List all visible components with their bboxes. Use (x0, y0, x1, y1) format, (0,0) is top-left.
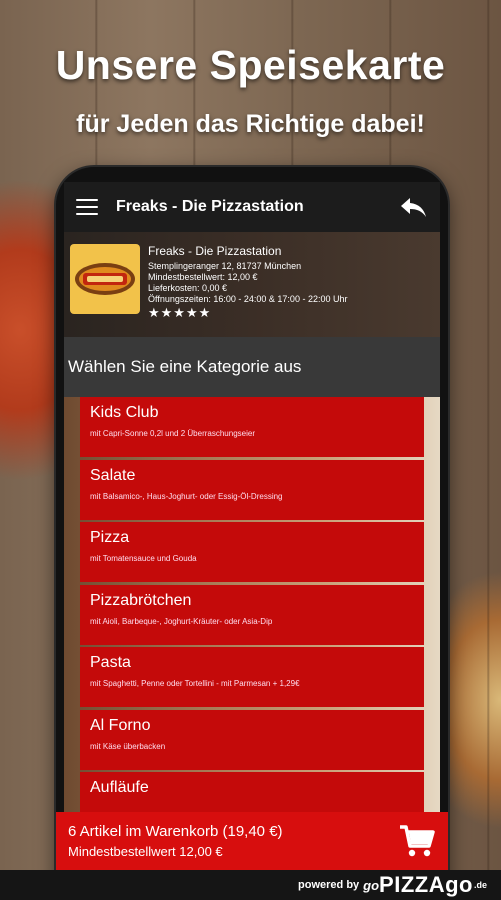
category-title: Pizza (90, 529, 130, 546)
phone-frame: Freaks - Die Pizzastation Freaks - Die P… (56, 167, 448, 900)
category-description: mit Aioli, Barbeque-, Joghurt-Kräuter- o… (90, 616, 273, 626)
brand-pizzago-logo: PIZZAgo (379, 872, 473, 897)
shop-details: Freaks - Die Pizzastation Stemplingerang… (148, 244, 347, 337)
category-title: Aufläufe (90, 779, 149, 796)
app-title: Freaks - Die Pizzastation (116, 198, 304, 215)
shop-logo-graphic (75, 263, 135, 295)
promo-subheadline: für Jeden das Richtige dabei! (76, 110, 425, 138)
back-arrow-icon[interactable] (398, 195, 428, 219)
category-pizza[interactable]: Pizza mit Tomatensauce und Gouda (80, 522, 424, 582)
category-list-area: Kids Club mit Capri-Sonne 0,2l und 2 Übe… (64, 397, 440, 817)
category-description: mit Capri-Sonne 0,2l und 2 Überraschungs… (90, 429, 255, 438)
app-bar: Freaks - Die Pizzastation (64, 182, 440, 232)
category-title: Kids Club (90, 404, 159, 421)
category-title: Pasta (90, 654, 131, 671)
cart-text: 6 Artikel im Warenkorb (19,40 €) Mindest… (68, 821, 283, 861)
shop-address: Stemplingeranger 12, 81737 München (148, 261, 302, 271)
cart-min-order: Mindestbestellwert 12,00 € (68, 844, 223, 859)
category-description: mit Balsamico-, Haus-Joghurt- oder Essig… (90, 491, 283, 501)
brand-tld: .de (473, 880, 487, 890)
category-pizzabroetchen[interactable]: Pizzabrötchen mit Aioli, Barbeque-, Jogh… (80, 584, 424, 645)
cart-bar[interactable]: 6 Artikel im Warenkorb (19,40 €) Mindest… (56, 812, 448, 870)
shop-delivery-cost: Lieferkosten: 0,00 € (148, 283, 228, 293)
shop-min-order: Mindestbestellwert: 12,00 € (148, 272, 258, 282)
rating-stars: ★★★★★ (148, 305, 212, 320)
category-kids-club[interactable]: Kids Club mit Capri-Sonne 0,2l und 2 Übe… (80, 397, 424, 457)
powered-by-label: powered by (298, 879, 360, 891)
category-list[interactable]: Kids Club mit Capri-Sonne 0,2l und 2 Übe… (80, 397, 424, 817)
category-description: mit Spaghetti, Penne oder Tortellini - m… (90, 679, 300, 688)
shop-name: Freaks - Die Pizzastation (148, 244, 282, 258)
footer-bar: powered by go PIZZAgo .de (0, 870, 501, 900)
category-title: Pizzabrötchen (90, 591, 192, 609)
hamburger-menu-icon[interactable] (76, 199, 98, 215)
category-auflaeufe[interactable]: Aufläufe (80, 772, 424, 817)
promo-headline: Unsere Speisekarte (55, 42, 446, 88)
category-title: Salate (90, 466, 136, 484)
app-screen: Freaks - Die Pizzastation Freaks - Die P… (64, 182, 440, 900)
category-description: mit Tomatensauce und Gouda (90, 554, 197, 563)
category-header: Wählen Sie eine Kategorie aus (64, 337, 440, 397)
shopping-cart-icon[interactable] (398, 822, 436, 860)
shop-logo (70, 244, 140, 314)
brand-go-text: go (363, 877, 380, 893)
category-al-forno[interactable]: Al Forno mit Käse überbacken (80, 709, 424, 770)
cart-summary: 6 Artikel im Warenkorb (19,40 €) (68, 823, 283, 840)
category-pasta[interactable]: Pasta mit Spaghetti, Penne oder Tortelli… (80, 647, 424, 707)
category-description: mit Käse überbacken (90, 741, 166, 751)
category-salate[interactable]: Salate mit Balsamico-, Haus-Joghurt- ode… (80, 459, 424, 520)
category-title: Al Forno (90, 716, 151, 734)
shop-opening-hours: Öffnungszeiten: 16:00 - 24:00 & 17:00 - … (148, 294, 348, 304)
shop-info-panel: Freaks - Die Pizzastation Stemplingerang… (64, 232, 440, 337)
